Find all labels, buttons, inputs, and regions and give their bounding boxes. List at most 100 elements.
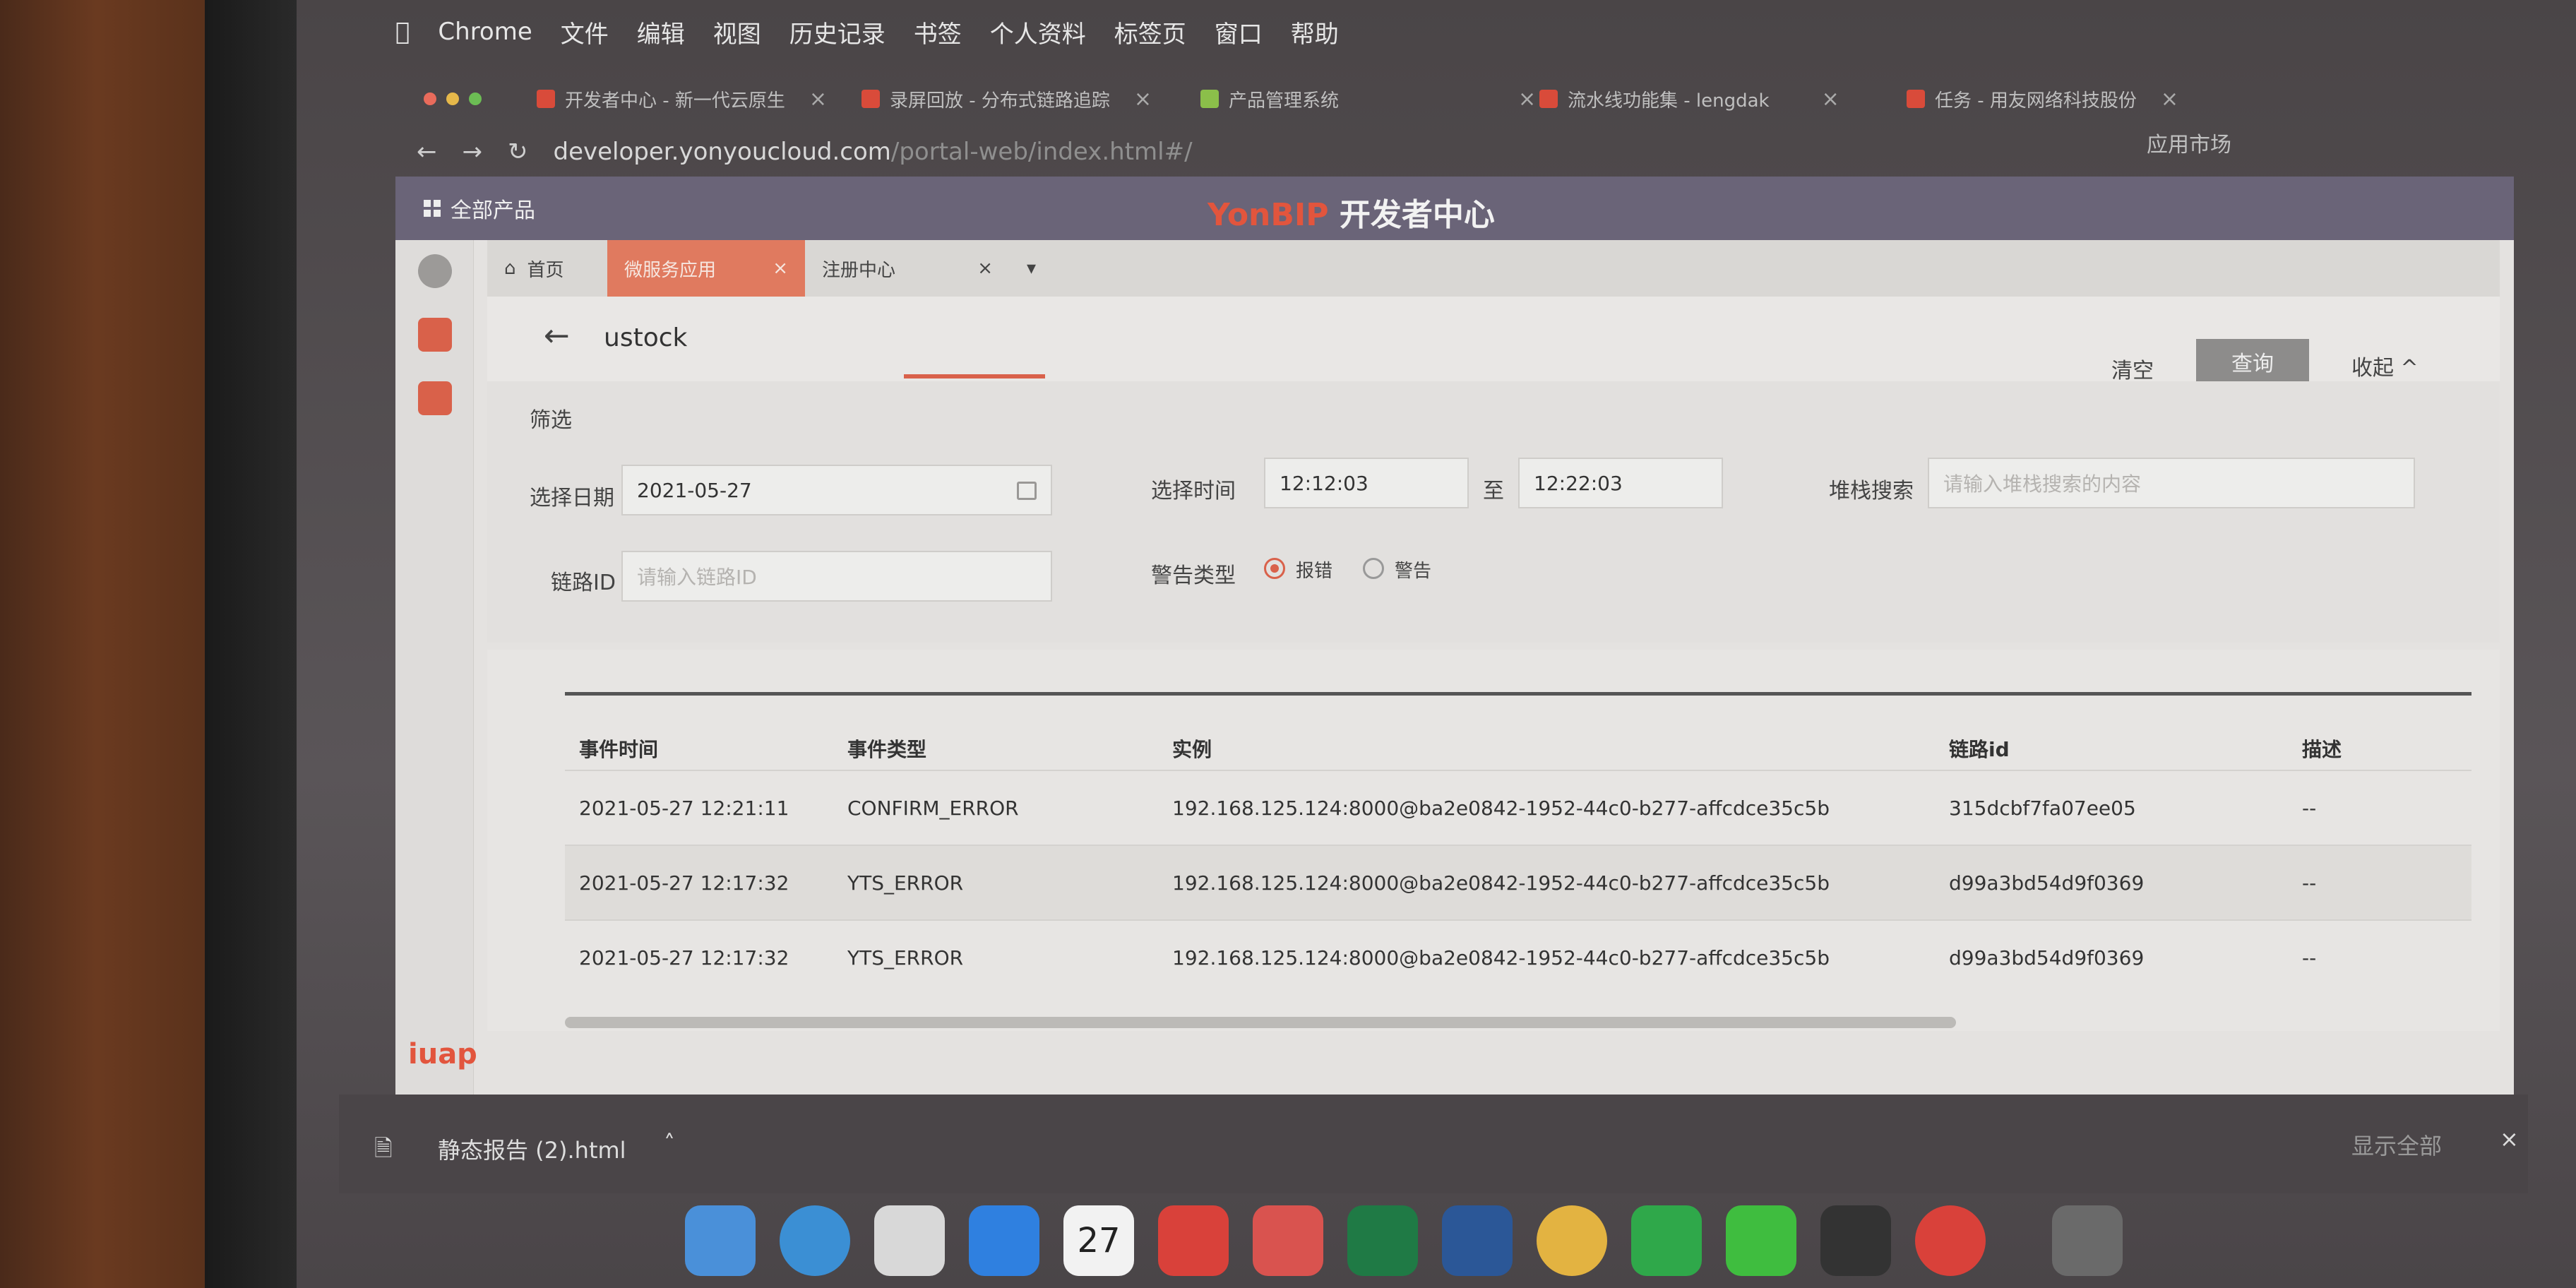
preview-icon[interactable] [874, 1205, 945, 1276]
menu-bookmarks[interactable]: 书签 [914, 15, 962, 49]
window-controls[interactable] [424, 78, 482, 120]
chrome-icon[interactable] [1537, 1205, 1607, 1276]
grid-icon [424, 200, 441, 217]
app-store-icon[interactable] [969, 1205, 1039, 1276]
close-icon[interactable]: × [1518, 87, 1536, 112]
trash-icon[interactable] [2052, 1205, 2123, 1276]
chevron-up-icon[interactable]: ˄ [664, 1130, 675, 1157]
menu-file[interactable]: 文件 [561, 15, 609, 49]
browser-tab-developer-center[interactable]: 开发者中心 - 新一代云原生 × [537, 78, 827, 120]
close-download-bar-button[interactable]: × [2500, 1126, 2519, 1152]
table-row[interactable]: 2021-05-27 12:21:11 CONFIRM_ERROR 192.16… [565, 770, 2471, 846]
trace-id-input[interactable]: 请输入链路ID [621, 551, 1052, 602]
column-header[interactable]: 描述 [2302, 734, 2342, 763]
description-cell: -- [2302, 871, 2317, 895]
events-table: 事件时间 事件类型 实例 链路id 描述 2021-05-27 12:21:11… [487, 650, 2500, 1031]
tab-label: 录屏回放 - 分布式链路追踪 [890, 90, 1110, 112]
app-red-icon[interactable] [1915, 1205, 1986, 1276]
tab-favicon-icon [1539, 90, 1558, 108]
browser-tab-strip: 开发者中心 - 新一代云原生 × 录屏回放 - 分布式链路追踪 × 产品管理系统… [395, 64, 2514, 134]
close-icon[interactable]: × [809, 87, 827, 112]
menu-view[interactable]: 视图 [713, 15, 761, 49]
menu-window[interactable]: 窗口 [1215, 15, 1263, 49]
reload-icon[interactable]: ↻ [508, 138, 528, 166]
close-icon[interactable]: × [1134, 87, 1152, 112]
close-icon[interactable]: × [2161, 87, 2178, 112]
tab-favicon-icon [537, 90, 555, 108]
add-icon[interactable] [418, 254, 452, 288]
tab-microservice[interactable]: 微服务应用 × [607, 240, 805, 297]
finder-icon[interactable] [685, 1205, 756, 1276]
favorites-icon[interactable] [418, 318, 452, 352]
tab-favicon-icon [1200, 90, 1219, 108]
word-icon[interactable] [1442, 1205, 1513, 1276]
time-start-input[interactable]: 12:12:03 [1264, 458, 1469, 508]
apple-icon[interactable]:  [395, 18, 410, 46]
download-item[interactable]: 静态报告 (2).html [438, 1133, 626, 1165]
trace-id-cell[interactable]: d99a3bd54d9f0369 [1949, 871, 2144, 895]
app-icon[interactable] [418, 381, 452, 415]
calendar-icon[interactable]: 27 [1063, 1205, 1134, 1276]
left-sidebar: iuap [395, 240, 477, 1130]
radio-error[interactable] [1264, 558, 1285, 579]
browser-tab-task[interactable]: 任务 - 用友网络科技股份 × [1907, 78, 2178, 120]
url-field[interactable]: developer.yonyoucloud.com/portal-web/ind… [554, 138, 1193, 166]
filter-panel: 筛选 选择日期 2021-05-27 选择时间 12:12:03 至 12:22… [487, 381, 2500, 643]
evernote-icon[interactable] [1631, 1205, 1702, 1276]
stack-search-input[interactable]: 请输入堆栈搜索的内容 [1928, 458, 2415, 508]
time-end-input[interactable]: 12:22:03 [1518, 458, 1723, 508]
back-button[interactable]: ← [544, 318, 570, 354]
table-row[interactable]: 2021-05-27 12:17:32 YTS_ERROR 192.168.12… [565, 919, 2471, 996]
show-all-button[interactable]: 显示全部 [2351, 1128, 2442, 1161]
menu-profile[interactable]: 个人资料 [990, 15, 1086, 49]
time-label: 选择时间 [1151, 479, 1236, 503]
event-type-cell: CONFIRM_ERROR [847, 797, 1019, 820]
horizontal-scrollbar[interactable] [565, 1017, 1956, 1028]
trace-id-cell[interactable]: d99a3bd54d9f0369 [1949, 946, 2144, 970]
qq-icon[interactable] [1820, 1205, 1891, 1276]
query-button[interactable]: 查询 [2196, 339, 2309, 384]
date-picker[interactable]: 2021-05-27 [621, 465, 1052, 515]
stack-search-label: 堆栈搜索 [1829, 479, 1914, 503]
back-arrow-icon[interactable]: ← [417, 138, 437, 166]
menu-tabs[interactable]: 标签页 [1114, 15, 1186, 49]
browser-tab-product-management[interactable]: 产品管理系统 × [1200, 78, 1536, 120]
tab-home[interactable]: ⌂ 首页 [487, 240, 607, 297]
instance-cell: 192.168.125.124:8000@ba2e0842-1952-44c0-… [1172, 797, 1830, 820]
time-range-separator: 至 [1483, 479, 1504, 503]
clear-button[interactable]: 清空 [2111, 353, 2154, 384]
app-market-link[interactable]: 应用市场 [2147, 127, 2231, 158]
column-header[interactable]: 事件类型 [847, 734, 926, 763]
safari-icon[interactable] [780, 1205, 850, 1276]
tab-dropdown-icon[interactable]: ▾ [1010, 240, 1059, 297]
all-products-button[interactable]: 全部产品 [424, 193, 535, 224]
trace-id-label: 链路ID [551, 571, 616, 595]
trace-id-cell[interactable]: 315dcbf7fa07ee05 [1949, 797, 2136, 820]
menu-help[interactable]: 帮助 [1291, 15, 1339, 49]
music-app-icon[interactable] [1158, 1205, 1229, 1276]
collapse-button[interactable]: 收起 ^ [2351, 350, 2419, 381]
radio-warning[interactable] [1363, 558, 1384, 579]
forward-arrow-icon[interactable]: → [463, 138, 483, 166]
app-content: 全部产品 YonBIP 开发者中心 应用市场 iuap ⌂ 首页 微服务应用 ×… [395, 133, 2514, 1130]
tab-label: 产品管理系统 [1229, 90, 1340, 112]
table-row[interactable]: 2021-05-27 12:17:32 YTS_ERROR 192.168.12… [565, 845, 2471, 921]
excel-icon[interactable] [1347, 1205, 1418, 1276]
tab-registry[interactable]: 注册中心 × [805, 240, 1010, 297]
desk-background [0, 0, 240, 1288]
wechat-icon[interactable] [1726, 1205, 1796, 1276]
browser-tab-trace-replay[interactable]: 录屏回放 - 分布式链路追踪 × [861, 78, 1152, 120]
close-icon[interactable]: × [977, 258, 993, 279]
menu-history[interactable]: 历史记录 [789, 15, 886, 49]
menu-edit[interactable]: 编辑 [637, 15, 685, 49]
close-icon[interactable]: × [1822, 87, 1839, 112]
column-header[interactable]: 链路id [1949, 734, 2010, 763]
page-header: ← ustock 清空 查询 收起 ^ [487, 297, 2500, 384]
powerpoint-icon[interactable] [1253, 1205, 1323, 1276]
close-icon[interactable]: × [773, 258, 788, 279]
column-header[interactable]: 实例 [1172, 734, 1212, 763]
menu-chrome[interactable]: Chrome [438, 18, 532, 46]
table-header: 事件时间 事件类型 实例 链路id 描述 [565, 692, 2471, 773]
column-header[interactable]: 事件时间 [579, 734, 658, 763]
browser-tab-pipeline[interactable]: 流水线功能集 - lengdak × [1539, 78, 1839, 120]
